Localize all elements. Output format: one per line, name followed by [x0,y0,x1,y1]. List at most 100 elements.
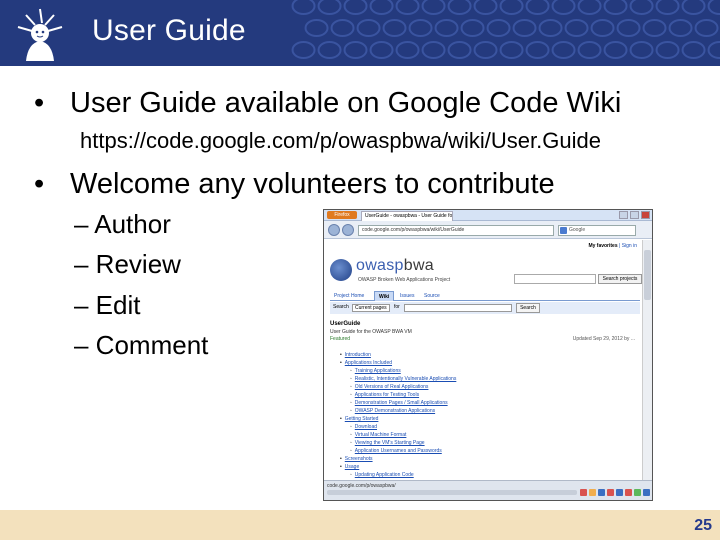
minimize-icon[interactable] [619,211,628,219]
addon-icon[interactable] [616,489,623,496]
sign-in-link[interactable]: Sign in [622,243,637,249]
horizontal-scrollbar[interactable] [327,490,577,495]
addon-icon[interactable] [598,489,605,496]
project-tabs: Project Home Wiki Issues Source [330,291,640,301]
firefox-menu-button[interactable]: Firefox [327,211,357,219]
toc-item[interactable]: Demonstration Pages / Small Applications [338,399,628,407]
addon-icon[interactable] [625,489,632,496]
chain-link [291,0,316,15]
toc-item[interactable]: Screenshots [338,455,628,463]
browser-screenshot: Firefox UserGuide - owaspbwa - User Guid… [323,209,653,501]
chain-link [499,0,524,15]
vertical-scrollbar[interactable] [642,240,652,480]
wiki-search-button[interactable]: Search [516,303,540,313]
chain-link [525,0,550,15]
chain-link [590,19,615,37]
toc-item[interactable]: Download [338,423,628,431]
tab-wiki[interactable]: Wiki [374,291,395,301]
chain-link [434,19,459,37]
toc-item[interactable]: Realistic, Intentionally Vulnerable Appl… [338,375,628,383]
chain-link [369,0,394,15]
addon-icon[interactable] [643,489,650,496]
chain-link [655,0,680,15]
status-url: code.google.com/p/owaspbwa/ [327,483,396,489]
chain-link [486,19,511,37]
addon-icon[interactable] [589,489,596,496]
toc-item[interactable]: Training Applications [338,367,628,375]
toc-item[interactable]: Introduction [338,351,628,359]
window-controls [619,211,650,219]
search-label: Search [333,304,349,310]
forward-icon[interactable] [342,224,354,236]
toc-item[interactable]: Getting Started [338,415,628,423]
browser-titlebar: Firefox UserGuide - owaspbwa - User Guid… [324,210,652,221]
web-page-content: My favorites | Sign in owaspbwa OWASP Br… [324,240,643,480]
addon-icon[interactable] [607,489,614,496]
chain-link [629,41,654,59]
toc-item[interactable]: Viewing the VM's Starting Page [338,439,628,447]
search-scope-select[interactable]: Current pages [352,304,390,312]
address-bar[interactable]: code.google.com/p/owaspbwa/wiki/UserGuid… [358,225,554,236]
project-logo-icon [330,259,352,281]
toc-item[interactable]: OWASP Demonstration Applications [338,407,628,415]
chain-link [694,19,719,37]
chain-link [408,19,433,37]
toc-item[interactable]: Application Usernames and Passwords [338,447,628,455]
sub-bullet-author: – Author [74,209,171,239]
toc-item[interactable]: Usage [338,463,628,471]
browser-search-box[interactable]: Google [558,225,636,236]
updated-info: Updated Sep 29, 2012 by ... [572,336,635,342]
addon-icon[interactable] [580,489,587,496]
back-icon[interactable] [328,224,340,236]
favorites-link[interactable]: My favorites [588,243,617,249]
chain-link [499,41,524,59]
toc-item[interactable]: Updating Application Code [338,471,628,479]
tab-source[interactable]: Source [420,291,444,301]
wiki-search-bar: Search Current pages for Search [330,302,640,314]
chain-link [460,19,485,37]
chain-link [395,0,420,15]
chain-link [668,19,693,37]
chain-link [317,41,342,59]
tab-issues[interactable]: Issues [396,291,418,301]
maximize-icon[interactable] [630,211,639,219]
chain-link [538,19,563,37]
chain-link [330,19,355,37]
chain-link [447,41,472,59]
chain-link [564,19,589,37]
chain-link [317,0,342,15]
featured-label[interactable]: Featured [330,336,350,342]
chain-link [707,0,720,15]
wiki-page-title: UserGuide [330,321,361,327]
project-search-input[interactable] [514,274,596,284]
chain-link [291,41,316,59]
toc-item[interactable]: Applications Included [338,359,628,367]
addon-icon[interactable] [634,489,641,496]
chain-link [369,41,394,59]
slide-footer: 25 [0,510,720,540]
chain-link [382,19,407,37]
chain-link [577,0,602,15]
chain-link [421,41,446,59]
toc-item[interactable]: Old Versions of Real Applications [338,383,628,391]
chain-link [616,19,641,37]
browser-tab[interactable]: UserGuide - owaspbwa - User Guide for... [361,211,453,221]
chain-link [551,41,576,59]
chain-link [681,41,706,59]
project-description: OWASP Broken Web Applications Project [358,277,451,283]
bullet-dot: • [34,87,45,119]
close-icon[interactable] [641,211,650,219]
chain-link [343,41,368,59]
chain-link [473,41,498,59]
bullet-google-code: • User Guide available on Google Code Wik… [34,86,621,120]
toc-item[interactable]: Virtual Machine Format [338,431,628,439]
statue-of-liberty-logo [17,8,63,61]
chain-link [707,41,720,59]
tab-project-home[interactable]: Project Home [330,291,368,301]
toc-item[interactable]: Applications for Testing Tools [338,391,628,399]
search-projects-button[interactable]: Search projects [598,274,642,284]
scrollbar-thumb[interactable] [644,250,651,300]
slide-title: User Guide [92,14,246,47]
wiki-url[interactable]: https://code.google.com/p/owaspbwa/wiki/… [80,128,601,154]
wiki-search-input[interactable] [404,304,512,312]
